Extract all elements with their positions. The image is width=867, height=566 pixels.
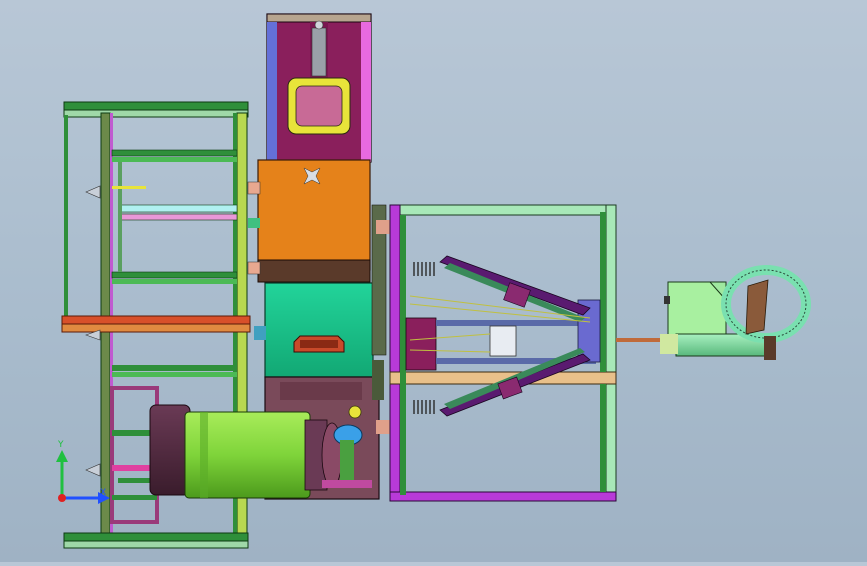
teal-housing (254, 282, 374, 378)
hopper (266, 13, 372, 163)
assembly-drawing (56, 13, 811, 549)
winder-unit (616, 265, 811, 360)
origin-dot (58, 494, 66, 502)
orange-housing (247, 159, 371, 283)
cad-viewport[interactable]: Y X (0, 0, 867, 562)
x-axis-label: X (100, 488, 107, 498)
y-axis-label: Y (58, 440, 64, 450)
right-cage (389, 204, 617, 502)
